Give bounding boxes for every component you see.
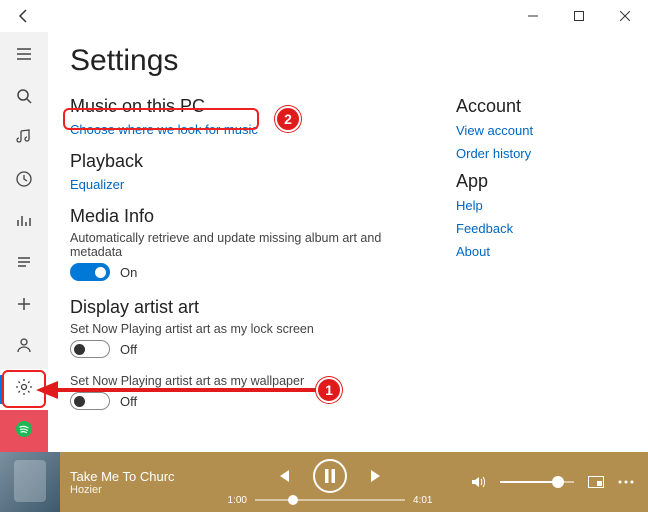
view-account-link[interactable]: View account [456, 123, 626, 138]
sidebar-my-music[interactable] [0, 119, 48, 161]
music-note-icon [15, 128, 33, 151]
playlist-icon [15, 253, 33, 276]
titlebar [0, 0, 648, 32]
sidebar-spotify[interactable] [0, 410, 48, 452]
window-controls [510, 0, 648, 32]
volume-slider[interactable] [500, 481, 574, 483]
now-playing-view-button[interactable] [588, 476, 604, 488]
previous-button[interactable] [275, 468, 291, 484]
track-artist: Hozier [70, 484, 190, 496]
spotify-icon [15, 420, 33, 443]
sidebar-now-playing[interactable] [0, 202, 48, 244]
lockscreen-toggle-label: Off [120, 342, 137, 357]
album-art[interactable] [0, 452, 60, 512]
account-heading: Account [456, 96, 626, 117]
person-icon [15, 336, 33, 359]
order-history-link[interactable]: Order history [456, 146, 626, 161]
annotation-badge-2: 2 [275, 106, 301, 132]
section-media-info: Media Info [70, 206, 416, 227]
elapsed-time: 1:00 [228, 495, 247, 506]
about-link[interactable]: About [456, 244, 626, 259]
sidebar [0, 32, 48, 452]
pause-button[interactable] [313, 459, 347, 493]
hamburger-button[interactable] [0, 36, 48, 78]
equalizer-link[interactable]: Equalizer [70, 177, 124, 192]
app-heading: App [456, 171, 626, 192]
close-button[interactable] [602, 0, 648, 32]
wallpaper-desc: Set Now Playing artist art as my wallpap… [70, 374, 416, 388]
sidebar-recent[interactable] [0, 161, 48, 203]
help-link[interactable]: Help [456, 198, 626, 213]
sidebar-new-playlist[interactable] [0, 286, 48, 328]
page-title: Settings [70, 44, 626, 78]
hamburger-icon [15, 45, 33, 68]
back-button[interactable] [0, 0, 48, 32]
clock-icon [15, 170, 33, 193]
progress-slider[interactable] [255, 499, 405, 501]
wallpaper-toggle[interactable] [70, 392, 110, 410]
maximize-button[interactable] [556, 0, 602, 32]
minimize-button[interactable] [510, 0, 556, 32]
search-button[interactable] [0, 78, 48, 120]
wallpaper-toggle-label: Off [120, 394, 137, 409]
section-display-artist-art: Display artist art [70, 297, 416, 318]
more-button[interactable] [618, 480, 634, 484]
sidebar-account[interactable] [0, 327, 48, 369]
media-info-toggle[interactable] [70, 263, 110, 281]
track-info: Take Me To Churc Hozier [70, 469, 190, 496]
next-button[interactable] [369, 468, 385, 484]
track-title: Take Me To Churc [70, 469, 190, 484]
section-music-on-pc: Music on this PC [70, 96, 416, 117]
sidebar-playlists[interactable] [0, 244, 48, 286]
plus-icon [15, 295, 33, 318]
gear-icon [15, 378, 33, 401]
media-info-desc: Automatically retrieve and update missin… [70, 231, 416, 259]
search-icon [15, 87, 33, 110]
feedback-link[interactable]: Feedback [456, 221, 626, 236]
media-info-toggle-label: On [120, 265, 137, 280]
section-playback: Playback [70, 151, 416, 172]
choose-music-location-link[interactable]: Choose where we look for music [70, 122, 258, 137]
settings-page: Settings Music on this PC Choose where w… [48, 32, 648, 452]
lockscreen-desc: Set Now Playing artist art as my lock sc… [70, 322, 416, 336]
total-time: 4:01 [413, 495, 432, 506]
bars-icon [15, 212, 33, 235]
volume-button[interactable] [470, 474, 486, 490]
player-bar: Take Me To Churc Hozier 1:00 4:01 [0, 452, 648, 512]
annotation-badge-1: 1 [316, 377, 342, 403]
lockscreen-toggle[interactable] [70, 340, 110, 358]
sidebar-settings[interactable] [0, 369, 48, 411]
